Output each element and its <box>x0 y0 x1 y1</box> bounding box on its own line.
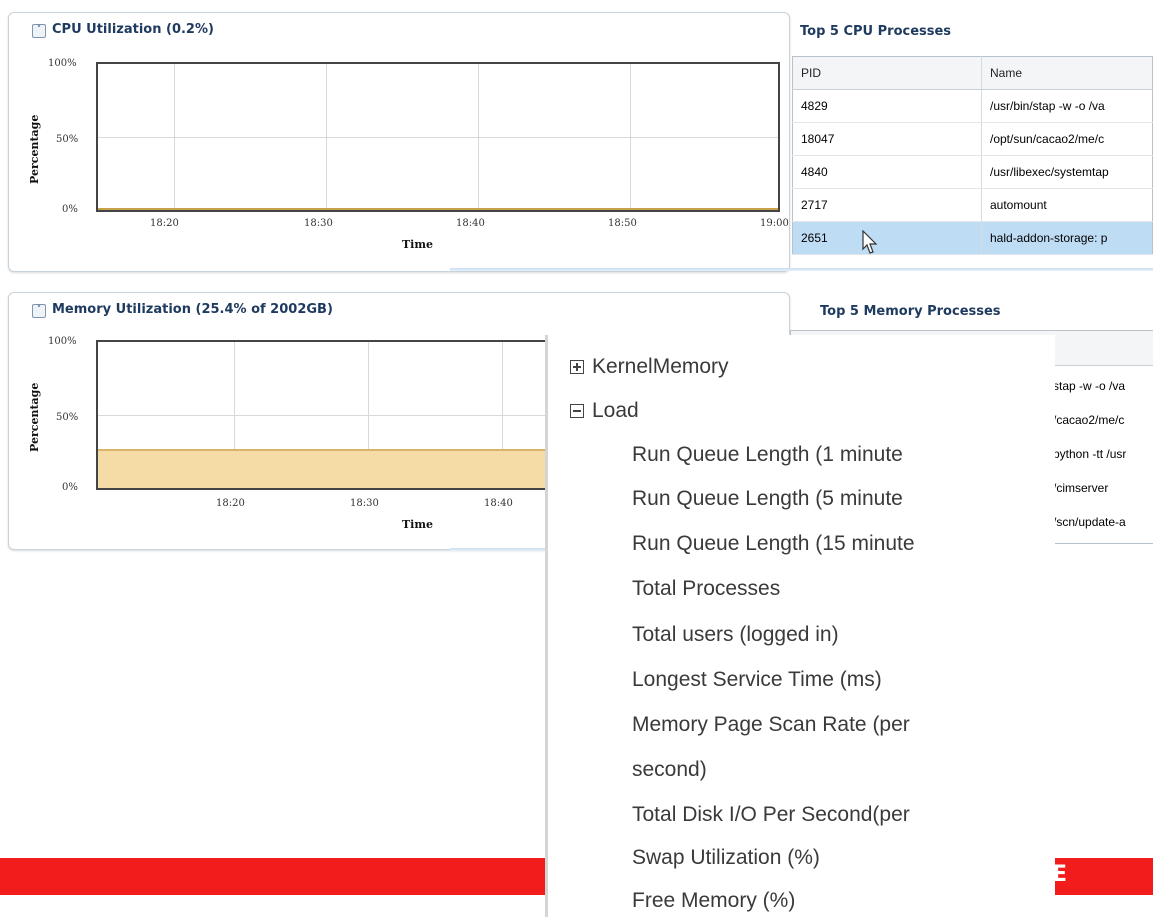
memory-panel-title: Memory Utilization (25.4% of 2002GB) <box>52 302 333 317</box>
pid-cell: 4840 <box>792 155 982 189</box>
table-row-selected[interactable]: 2651 hald-addon-storage: p <box>792 221 1153 255</box>
cpu-x-tick: 19:00 <box>760 218 789 229</box>
expand-icon[interactable] <box>570 360 584 374</box>
collapse-cpu-icon[interactable]: ˅ <box>32 24 46 38</box>
memory-x-tick: 18:20 <box>216 498 245 509</box>
tree-node-load[interactable]: Load <box>592 399 639 423</box>
menu-item[interactable]: Total Disk I/O Per Second(per <box>632 803 910 827</box>
menu-item[interactable]: Total Processes <box>632 577 780 601</box>
cpu-x-tick: 18:30 <box>304 218 333 229</box>
memory-process-name[interactable]: stap -w -o /va <box>1053 379 1125 393</box>
cpu-x-axis-label: Time <box>402 238 434 251</box>
memory-y-tick-100: 100% <box>48 336 77 347</box>
menu-item[interactable]: second) <box>632 758 707 782</box>
table-row[interactable]: 4840/usr/libexec/systemtap <box>792 155 1153 189</box>
top-cpu-title: Top 5 CPU Processes <box>800 24 952 39</box>
memory-process-name[interactable]: /cacao2/me/c <box>1053 413 1124 427</box>
column-header-pid[interactable]: PID <box>792 56 982 90</box>
menu-item[interactable]: Swap Utilization (%) <box>632 846 820 870</box>
cpu-y-tick-50: 50% <box>56 134 79 145</box>
memory-chart-plot <box>96 340 556 490</box>
menu-item[interactable]: Free Memory (%) <box>632 889 795 913</box>
name-cell: /usr/libexec/systemtap <box>981 155 1153 189</box>
memory-process-name[interactable]: /cimserver <box>1053 481 1108 495</box>
memory-y-tick-50: 50% <box>56 412 79 423</box>
name-cell: hald-addon-storage: p <box>981 221 1153 255</box>
memory-x-axis-label: Time <box>402 518 434 531</box>
memory-process-name[interactable]: /scn/update-a <box>1053 515 1126 529</box>
cpu-panel-title: CPU Utilization (0.2%) <box>52 22 214 37</box>
metric-tree-menu: KernelMemory Load Run Queue Length (1 mi… <box>545 335 1055 917</box>
name-cell: /opt/sun/cacao2/me/c <box>981 122 1153 156</box>
menu-item[interactable]: Run Queue Length (15 minute <box>632 532 915 556</box>
pid-cell: 4829 <box>792 89 982 123</box>
collapse-icon[interactable] <box>570 404 584 418</box>
menu-item[interactable]: Run Queue Length (1 minute <box>632 443 903 467</box>
splitter-handle[interactable] <box>450 268 1153 271</box>
mouse-cursor-icon <box>862 230 878 254</box>
column-header-name[interactable]: Name <box>981 56 1153 90</box>
cpu-y-axis-label: Percentage <box>28 114 41 184</box>
memory-y-tick-0: 0% <box>62 482 78 493</box>
cpu-x-tick: 18:20 <box>150 218 179 229</box>
memory-process-name[interactable]: python -tt /usr <box>1053 447 1126 461</box>
cpu-chart-plot <box>96 62 780 212</box>
menu-item[interactable]: Memory Page Scan Rate (per <box>632 713 910 737</box>
menu-item[interactable]: Run Queue Length (5 minute <box>632 487 903 511</box>
tree-node-kernelmemory[interactable]: KernelMemory <box>592 355 729 379</box>
table-header-row: PID Name <box>792 56 1153 90</box>
pid-cell: 18047 <box>792 122 982 156</box>
pid-cell: 2717 <box>792 188 982 222</box>
memory-area-series <box>98 448 554 488</box>
cpu-y-tick-0: 0% <box>62 204 78 215</box>
table-row[interactable]: 18047/opt/sun/cacao2/me/c <box>792 122 1153 156</box>
top-cpu-table: PID Name 4829/usr/bin/stap -w -o /va 180… <box>792 56 1153 255</box>
table-row[interactable]: 4829/usr/bin/stap -w -o /va <box>792 89 1153 123</box>
memory-y-axis-label: Percentage <box>28 382 41 452</box>
top-memory-title: Top 5 Memory Processes <box>820 304 1001 319</box>
menu-item[interactable]: Longest Service Time (ms) <box>632 668 882 692</box>
collapse-memory-icon[interactable]: ˅ <box>32 304 46 318</box>
name-cell: /usr/bin/stap -w -o /va <box>981 89 1153 123</box>
cpu-x-tick: 18:50 <box>608 218 637 229</box>
cpu-area-series <box>98 207 778 210</box>
table-row[interactable]: 2717 automount <box>792 188 1153 222</box>
memory-x-tick: 18:30 <box>350 498 379 509</box>
memory-x-tick: 18:40 <box>484 498 513 509</box>
pid-cell: 2651 <box>792 221 982 255</box>
name-cell: automount <box>981 188 1153 222</box>
cpu-x-tick: 18:40 <box>456 218 485 229</box>
cpu-y-tick-100: 100% <box>48 58 77 69</box>
menu-item[interactable]: Total users (logged in) <box>632 623 839 647</box>
